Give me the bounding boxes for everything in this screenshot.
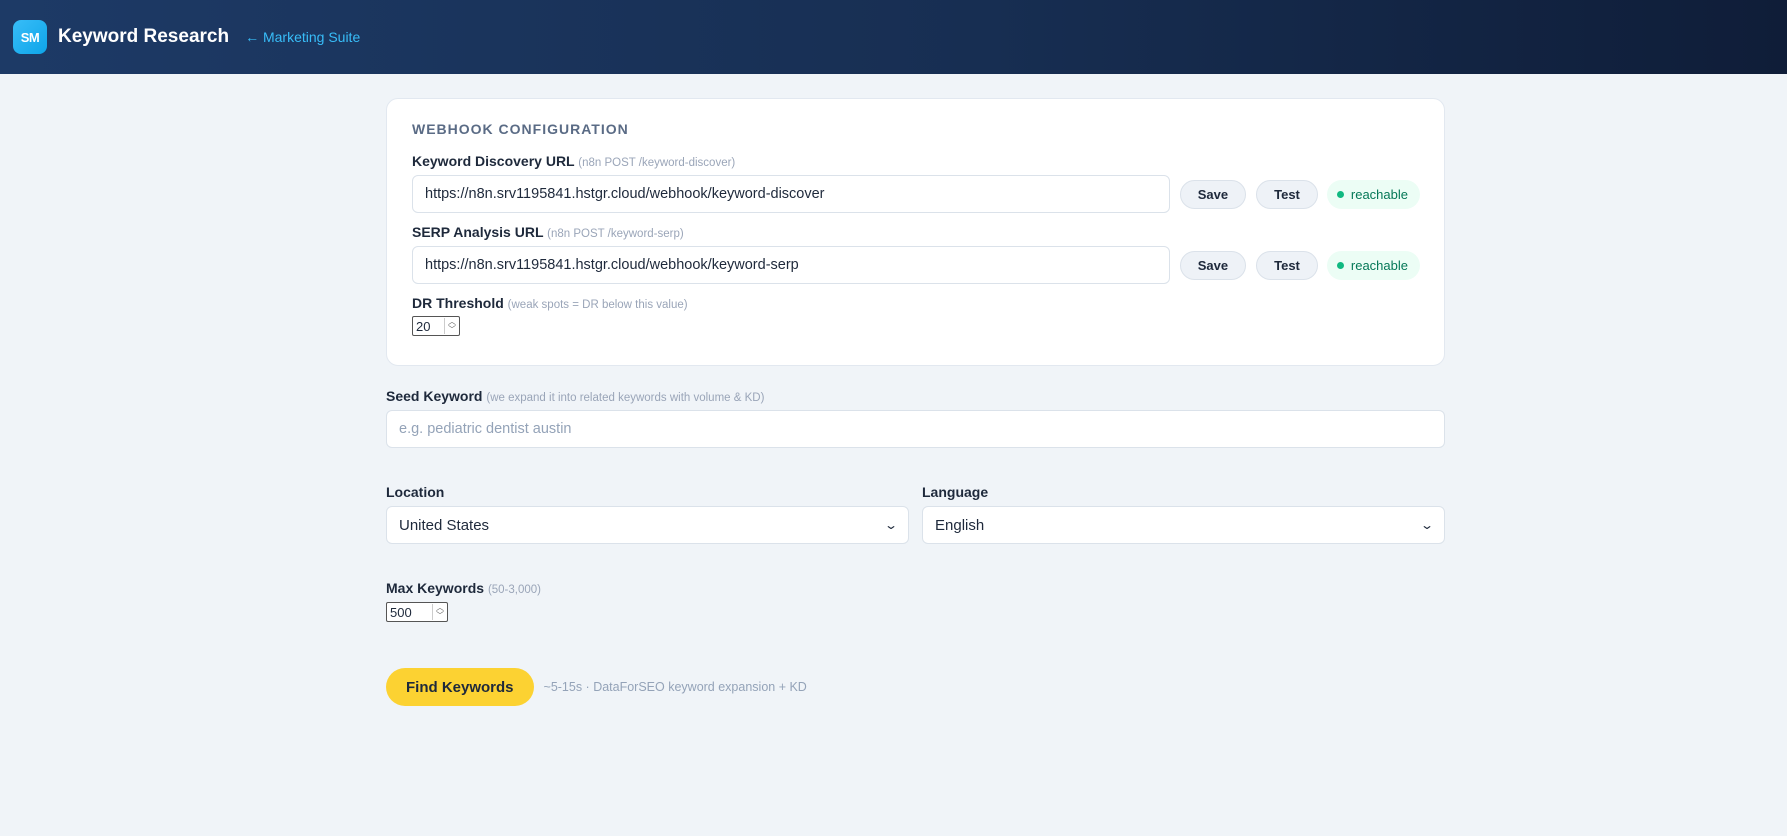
location-language-row: Location United States ⌄ Language Englis… — [386, 484, 1445, 544]
discovery-status-badge: reachable — [1326, 179, 1420, 209]
webhook-config-title: WEBHOOK CONFIGURATION — [412, 121, 629, 137]
status-dot-icon — [1336, 261, 1344, 269]
discovery-url-row: Save Test reachable — [412, 175, 1420, 213]
seed-keyword-label-text: Seed Keyword — [386, 388, 483, 404]
stepper-arrows-icon[interactable]: ︿ ﹀ — [444, 318, 456, 334]
serp-url-label: SERP Analysis URL (n8n POST /keyword-ser… — [412, 224, 1420, 240]
max-keywords-label: Max Keywords (50-3,000) — [386, 580, 1445, 596]
max-keywords-stepper[interactable]: 500 ︿ ﹀ — [386, 602, 448, 622]
dr-threshold-value: 20 — [416, 318, 431, 334]
discovery-status-text: reachable — [1350, 186, 1408, 202]
seed-keyword-input[interactable]: e.g. pediatric dentist austin — [386, 410, 1445, 448]
serp-save-button[interactable]: Save — [1179, 250, 1247, 280]
dr-threshold-label: DR Threshold (weak spots = DR below this… — [412, 295, 1420, 311]
language-field: Language English ⌄ — [922, 484, 1445, 544]
discovery-url-label-text: Keyword Discovery URL — [412, 153, 575, 169]
max-keywords-row: 500 ︿ ﹀ — [386, 602, 1445, 622]
location-selected-value: United States — [399, 516, 490, 534]
max-keywords-value: 500 — [390, 604, 412, 620]
language-selected-value: English — [935, 516, 985, 534]
location-label: Location — [386, 484, 445, 500]
language-label: Language — [922, 484, 989, 500]
serp-url-row: Save Test reachable — [412, 246, 1420, 284]
dr-threshold-row: 20 ︿ ﹀ — [412, 316, 1420, 336]
dr-threshold-stepper[interactable]: 20 ︿ ﹀ — [412, 316, 460, 336]
discovery-url-hint: (n8n POST /keyword-discover) — [578, 157, 736, 169]
language-select[interactable]: English ⌄ — [922, 506, 1445, 544]
max-keywords-label-text: Max Keywords — [386, 580, 485, 596]
serp-url-input[interactable] — [412, 246, 1170, 284]
serp-status-text: reachable — [1350, 257, 1408, 273]
back-to-marketing-suite-link[interactable]: ← Marketing Suite — [245, 29, 360, 45]
app-logo: SM — [13, 20, 47, 54]
top-bar: SM Keyword Research ← Marketing Suite — [0, 0, 1787, 74]
chevron-down-icon: ⌄ — [883, 518, 899, 532]
stepper-arrows-icon[interactable]: ︿ ﹀ — [432, 604, 444, 620]
location-select[interactable]: United States ⌄ — [386, 506, 909, 544]
find-keywords-button[interactable]: Find Keywords — [386, 668, 534, 706]
status-dot-icon — [1336, 190, 1344, 198]
dr-threshold-hint: (weak spots = DR below this value) — [507, 299, 688, 311]
webhook-config-card: WEBHOOK CONFIGURATION Keyword Discovery … — [386, 98, 1445, 366]
seed-keyword-placeholder: e.g. pediatric dentist austin — [399, 421, 572, 437]
discovery-url-label: Keyword Discovery URL (n8n POST /keyword… — [412, 153, 1420, 169]
serp-url-hint: (n8n POST /keyword-serp) — [547, 228, 684, 240]
find-keywords-row: Find Keywords ~5-15s · DataForSEO keywor… — [386, 668, 1445, 706]
serp-url-label-text: SERP Analysis URL — [412, 224, 544, 240]
dr-threshold-label-text: DR Threshold — [412, 295, 504, 311]
serp-test-button[interactable]: Test — [1256, 250, 1318, 280]
max-keywords-hint: (50-3,000) — [487, 584, 541, 596]
chevron-down-icon: ⌄ — [1419, 518, 1435, 532]
discovery-test-button[interactable]: Test — [1256, 179, 1318, 209]
page-title: Keyword Research — [58, 26, 230, 47]
serp-status-badge: reachable — [1326, 250, 1420, 280]
main-content: WEBHOOK CONFIGURATION Keyword Discovery … — [386, 98, 1445, 706]
discovery-save-button[interactable]: Save — [1179, 179, 1247, 209]
seed-keyword-hint: (we expand it into related keywords with… — [486, 392, 765, 404]
seed-keyword-label: Seed Keyword (we expand it into related … — [386, 388, 1445, 404]
location-field: Location United States ⌄ — [386, 484, 909, 544]
discovery-url-input[interactable] — [412, 175, 1170, 213]
find-keywords-note: ~5-15s · DataForSEO keyword expansion + … — [543, 680, 807, 694]
